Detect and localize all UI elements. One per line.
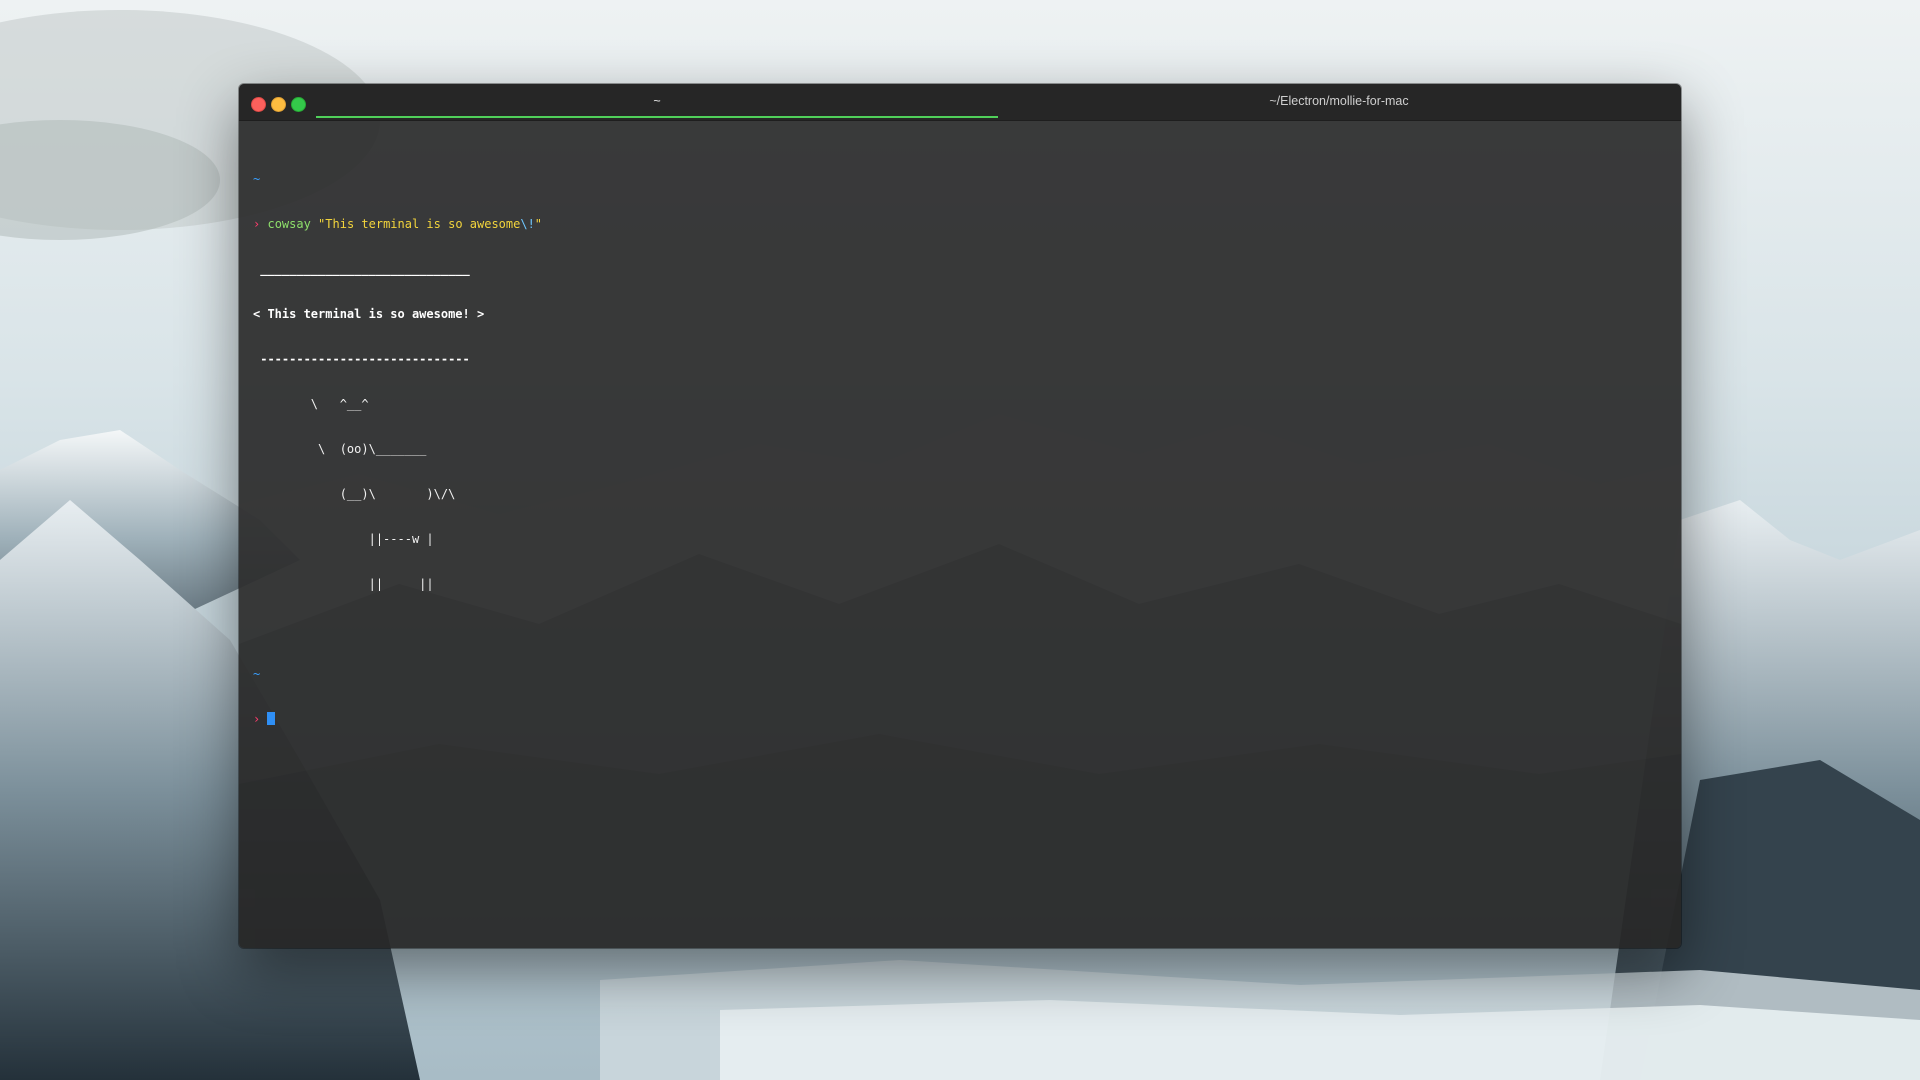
output-line: < This terminal is so awesome! >	[253, 307, 485, 321]
terminal-window[interactable]: ~ ~/Electron/mollie-for-mac ~ › cowsay "…	[239, 84, 1681, 948]
close-window-button[interactable]	[251, 97, 266, 112]
second-prompt-symbol: ›	[253, 712, 261, 726]
title-bar[interactable]: ~ ~/Electron/mollie-for-mac	[239, 84, 1681, 121]
text-cursor	[267, 712, 276, 725]
output-line: -----------------------------	[253, 352, 470, 366]
command-name: cowsay	[267, 217, 311, 231]
output-line: \ ^__^	[253, 397, 369, 411]
prompt-dir: ~	[253, 172, 261, 186]
minimize-window-button[interactable]	[271, 97, 286, 112]
command-arg-open: "This terminal is so awesome	[310, 217, 521, 231]
output-line: (__)\ )\/\	[253, 487, 456, 501]
active-tab-indicator	[316, 116, 998, 118]
output-line: \ (oo)\_______	[253, 442, 427, 456]
tab-mollie-for-mac-label: ~/Electron/mollie-for-mac	[1269, 94, 1409, 108]
prompt-symbol: ›	[253, 217, 261, 231]
terminal-output[interactable]: ~ › cowsay "This terminal is so awesome\…	[253, 142, 1667, 948]
second-prompt-dir-line: ~	[253, 667, 1667, 682]
output-line: _____________________________	[253, 262, 470, 276]
input-line[interactable]: ›	[253, 712, 1667, 727]
second-prompt-dir: ~	[253, 667, 261, 681]
tab-home[interactable]: ~	[316, 84, 998, 118]
zoom-window-button[interactable]	[291, 97, 306, 112]
command-arg-escape: \!	[520, 217, 535, 231]
prompt-dir-line: ~	[253, 172, 1667, 187]
output-line: ||----w |	[253, 532, 434, 546]
command-line: › cowsay "This terminal is so awesome\!"	[253, 217, 1667, 232]
tab-home-label: ~	[653, 94, 661, 108]
command-arg-close: "	[534, 217, 543, 231]
tab-mollie-for-mac[interactable]: ~/Electron/mollie-for-mac	[998, 84, 1680, 118]
output-line: || ||	[253, 577, 434, 591]
